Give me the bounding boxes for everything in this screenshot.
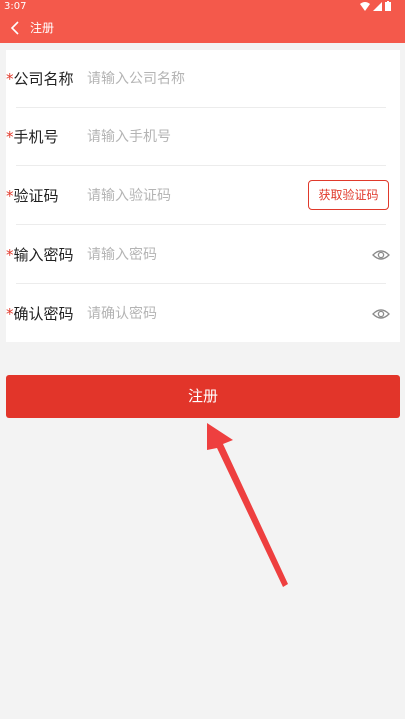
confirm-password-input[interactable]: 请确认密码 bbox=[87, 285, 157, 343]
phone-label: *手机号 bbox=[6, 108, 59, 166]
register-button[interactable]: 注册 bbox=[6, 375, 400, 418]
required-mark: * bbox=[6, 305, 14, 323]
required-mark: * bbox=[6, 70, 14, 88]
required-mark: * bbox=[6, 246, 14, 264]
verification-code-row: *验证码 请输入验证码 获取验证码 bbox=[6, 167, 400, 225]
verification-code-input[interactable]: 请输入验证码 bbox=[87, 167, 171, 225]
app-header: 注册 bbox=[0, 13, 405, 43]
phone-input[interactable]: 请输入手机号 bbox=[87, 108, 171, 166]
battery-icon bbox=[385, 1, 391, 11]
registration-form: *公司名称 请输入公司名称 *手机号 请输入手机号 *验证码 请输入验证码 获取… bbox=[6, 50, 400, 342]
divider bbox=[16, 224, 386, 225]
phone-row: *手机号 请输入手机号 bbox=[6, 108, 400, 166]
password-row: *输入密码 请输入密码 bbox=[6, 226, 400, 284]
get-code-button[interactable]: 获取验证码 bbox=[308, 180, 389, 210]
required-mark: * bbox=[6, 128, 14, 146]
verification-code-label: *验证码 bbox=[6, 167, 59, 225]
divider bbox=[16, 283, 386, 284]
eye-icon[interactable] bbox=[372, 305, 390, 323]
eye-icon[interactable] bbox=[372, 246, 390, 264]
back-arrow-icon[interactable] bbox=[6, 18, 26, 38]
phone-label-text: 手机号 bbox=[13, 128, 59, 146]
signal-icon bbox=[373, 1, 382, 11]
password-label: *输入密码 bbox=[6, 226, 74, 284]
company-name-row: *公司名称 请输入公司名称 bbox=[6, 50, 400, 108]
password-label-text: 输入密码 bbox=[13, 246, 74, 264]
status-icons bbox=[360, 1, 391, 11]
status-bar: 3:07 bbox=[0, 0, 405, 13]
password-input[interactable]: 请输入密码 bbox=[87, 226, 157, 284]
verification-code-label-text: 验证码 bbox=[13, 187, 59, 205]
confirm-password-row: *确认密码 请确认密码 bbox=[6, 285, 400, 343]
company-name-label: *公司名称 bbox=[6, 50, 74, 108]
divider bbox=[16, 165, 386, 166]
status-time: 3:07 bbox=[4, 1, 27, 12]
wifi-icon bbox=[360, 1, 370, 11]
company-name-label-text: 公司名称 bbox=[13, 70, 74, 88]
company-name-input[interactable]: 请输入公司名称 bbox=[87, 50, 185, 108]
confirm-password-label: *确认密码 bbox=[6, 285, 74, 343]
confirm-password-label-text: 确认密码 bbox=[13, 305, 74, 323]
page-title: 注册 bbox=[30, 21, 55, 35]
required-mark: * bbox=[6, 187, 14, 205]
